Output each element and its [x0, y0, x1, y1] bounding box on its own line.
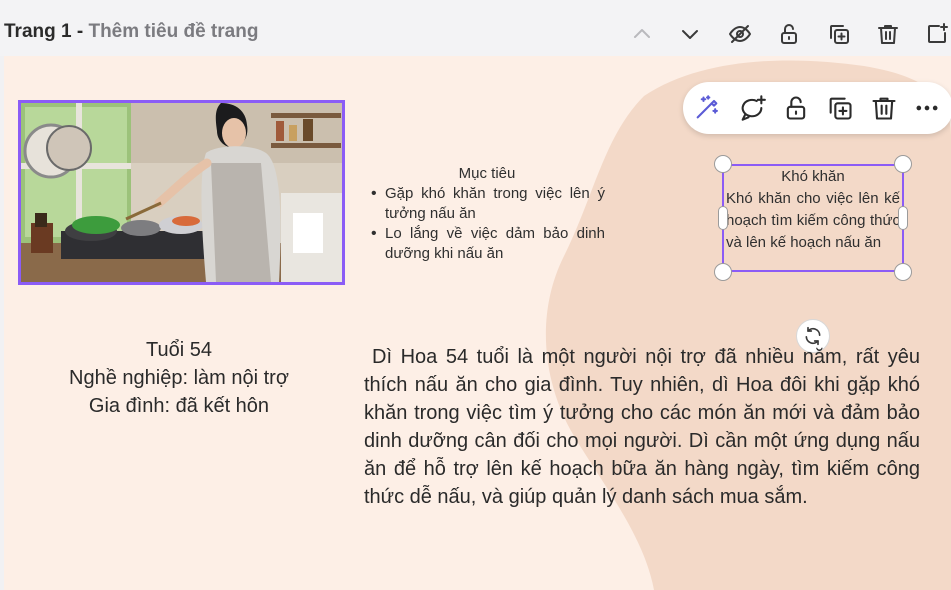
eye-off-icon[interactable] [725, 19, 755, 49]
resize-handle-top-right[interactable] [894, 155, 912, 173]
resize-handle-bottom-right[interactable] [894, 263, 912, 281]
kitchen-photo[interactable] [18, 100, 345, 285]
duplicate-icon[interactable] [824, 19, 854, 49]
trash-icon[interactable] [868, 93, 900, 123]
unlock-icon[interactable] [774, 19, 804, 49]
profile-age: Tuổi 54 [146, 339, 212, 361]
difficulties-body: Khó khăn cho việc lên kế hoạch tìm kiếm … [726, 190, 900, 251]
chevron-down-icon[interactable] [675, 19, 705, 49]
resize-handle-left[interactable] [718, 206, 728, 230]
goals-title: Mục tiêu [458, 165, 516, 182]
design-canvas[interactable]: Mục tiêu Gặp khó khăn trong việc lên ý t… [4, 56, 951, 590]
resize-handle-bottom-left[interactable] [714, 263, 732, 281]
page-title[interactable]: Trang 1 - Thêm tiêu đề trang [4, 21, 258, 43]
difficulties-textbox-selected[interactable]: Khó khăn Khó khăn cho việc lên kế hoạch … [722, 164, 904, 272]
duplicate-icon[interactable] [824, 93, 856, 123]
profile-family: Gia đình: đã kết hôn [88, 395, 270, 417]
goals-textbox[interactable]: Mục tiêu Gặp khó khăn trong việc lên ý t… [369, 164, 605, 264]
profile-textbox[interactable]: Tuổi 54 Nghề nghiệp: làm nội trợ Gia đìn… [44, 336, 314, 420]
description-textbox[interactable]: Dì Hoa 54 tuổi là một người nội trợ đã n… [364, 343, 920, 511]
page-number: Trang 1 [4, 21, 72, 42]
goals-list-item: Gặp khó khăn trong việc lên ý tưởng nấu … [369, 184, 605, 224]
resize-handle-right[interactable] [898, 206, 908, 230]
page-header-bar: Trang 1 - Thêm tiêu đề trang [0, 14, 951, 56]
more-icon[interactable] [911, 93, 943, 123]
difficulties-title: Khó khăn [781, 168, 845, 185]
page-title-placeholder[interactable]: Thêm tiêu đề trang [88, 21, 258, 42]
goals-list: Gặp khó khăn trong việc lên ý tưởng nấu … [369, 184, 605, 264]
element-floating-toolbar [683, 82, 951, 134]
woman-cooking-image [21, 103, 342, 282]
profile-job: Nghề nghiệp: làm nội trợ [69, 367, 289, 389]
magic-edit-icon[interactable] [691, 93, 723, 123]
add-page-icon[interactable] [922, 19, 951, 49]
goals-list-item: Lo lắng về việc dảm bảo dinh dưỡng khi n… [369, 224, 605, 264]
trash-icon[interactable] [873, 19, 903, 49]
chevron-up-icon[interactable] [627, 19, 657, 49]
resize-handle-top-left[interactable] [714, 155, 732, 173]
top-strip [0, 0, 951, 14]
comment-add-icon[interactable] [736, 93, 768, 123]
unlock-icon[interactable] [780, 93, 812, 123]
page-title-separator: - [71, 21, 89, 42]
